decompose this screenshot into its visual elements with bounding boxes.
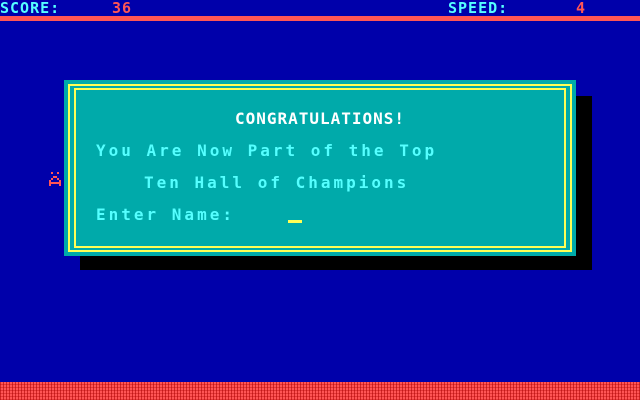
hall-of-champions-dialog: CONGRATULATIONS! You Are Now Part of the…	[64, 80, 576, 256]
name-label: Enter Name:	[96, 205, 235, 224]
dialog-title: CONGRATULATIONS!	[234, 109, 406, 128]
score-value: 36	[112, 0, 133, 17]
status-bar: SCORE: 36 SPEED: 4	[0, 0, 640, 16]
speed-value: 4	[576, 0, 587, 17]
game-screen: SCORE: 36 SPEED: 4 CONGRATULATIONS! You …	[0, 0, 640, 400]
floor-strip	[0, 382, 640, 400]
score-label: SCORE:	[0, 0, 61, 17]
status-divider	[0, 16, 640, 21]
text-cursor	[288, 220, 302, 223]
name-input[interactable]	[244, 206, 445, 224]
dialog-message-line1: You Are Now Part of the Top	[96, 141, 438, 160]
dialog-message-line2: Ten Hall of Champions	[144, 173, 410, 192]
speed-label: SPEED:	[448, 0, 509, 17]
player-sprite-icon	[49, 172, 61, 186]
name-entry-row: Enter Name:	[96, 206, 445, 224]
